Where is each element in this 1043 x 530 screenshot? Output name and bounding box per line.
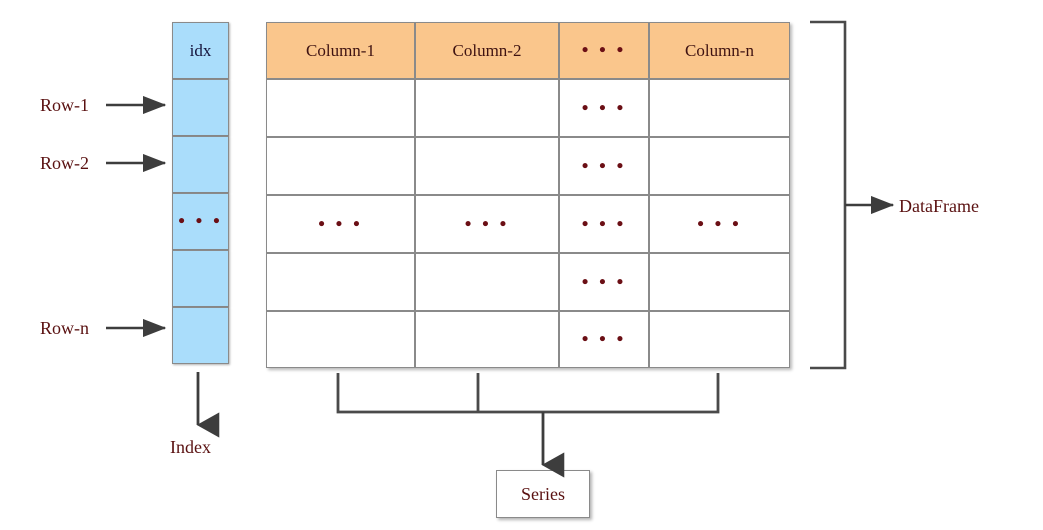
table-cell-r3c3: • • • bbox=[559, 195, 649, 253]
row-label-2: Row-2 bbox=[40, 153, 89, 173]
ellipsis-glyph: • • • bbox=[581, 213, 627, 235]
table-cell-r1c4 bbox=[649, 79, 790, 137]
table-cell-r5c1 bbox=[266, 311, 415, 368]
series-box: Series bbox=[496, 470, 590, 518]
table-cell-r3c4: • • • bbox=[649, 195, 790, 253]
table-cell-r3c1: • • • bbox=[266, 195, 415, 253]
index-cell-row-1 bbox=[172, 79, 229, 136]
table-cell-r1c1 bbox=[266, 79, 415, 137]
index-cell-row-n bbox=[172, 307, 229, 364]
series-label: Series bbox=[521, 483, 565, 504]
index-cell-row-2 bbox=[172, 136, 229, 193]
ellipsis-glyph: • • • bbox=[581, 155, 627, 177]
dataframe-table: Column-1 Column-2 • • • Column-n • • • •… bbox=[266, 22, 790, 368]
table-cell-r4c4 bbox=[649, 253, 790, 311]
table-cell-r2c3: • • • bbox=[559, 137, 649, 195]
ellipsis-glyph: • • • bbox=[697, 213, 742, 235]
ellipsis-glyph: • • • bbox=[581, 97, 627, 119]
table-header-column-2: Column-2 bbox=[415, 22, 559, 79]
row-label-1: Row-1 bbox=[40, 95, 89, 115]
ellipsis-glyph: • • • bbox=[581, 40, 627, 61]
table-cell-r1c3: • • • bbox=[559, 79, 649, 137]
ellipsis-glyph: • • • bbox=[464, 213, 510, 235]
index-cell-header: idx bbox=[172, 22, 229, 79]
series-bracket bbox=[336, 373, 720, 414]
table-cell-r5c2 bbox=[415, 311, 559, 368]
dataframe-bracket bbox=[810, 20, 847, 370]
index-cell-row-4 bbox=[172, 250, 229, 307]
ellipsis-glyph: • • • bbox=[581, 271, 627, 293]
table-cell-r3c2: • • • bbox=[415, 195, 559, 253]
table-cell-r2c2 bbox=[415, 137, 559, 195]
row-label-n: Row-n bbox=[40, 318, 89, 338]
ellipsis-glyph: • • • bbox=[318, 213, 363, 235]
table-cell-r5c4 bbox=[649, 311, 790, 368]
index-arrow-label: Index bbox=[170, 437, 211, 457]
ellipsis-glyph: • • • bbox=[581, 329, 627, 350]
diagram-canvas: Row-1 Row-2 Row-n idx • • • Index Column… bbox=[0, 0, 1043, 530]
index-column: idx • • • bbox=[172, 22, 229, 367]
table-cell-r2c4 bbox=[649, 137, 790, 195]
table-cell-r2c1 bbox=[266, 137, 415, 195]
dataframe-label: DataFrame bbox=[899, 196, 979, 216]
table-cell-r4c1 bbox=[266, 253, 415, 311]
table-header-ellipsis: • • • bbox=[559, 22, 649, 79]
table-header-column-1: Column-1 bbox=[266, 22, 415, 79]
index-cell-ellipsis: • • • bbox=[172, 193, 229, 250]
table-cell-r1c2 bbox=[415, 79, 559, 137]
table-cell-r4c3: • • • bbox=[559, 253, 649, 311]
table-cell-r5c3: • • • bbox=[559, 311, 649, 368]
table-header-column-n: Column-n bbox=[649, 22, 790, 79]
table-cell-r4c2 bbox=[415, 253, 559, 311]
